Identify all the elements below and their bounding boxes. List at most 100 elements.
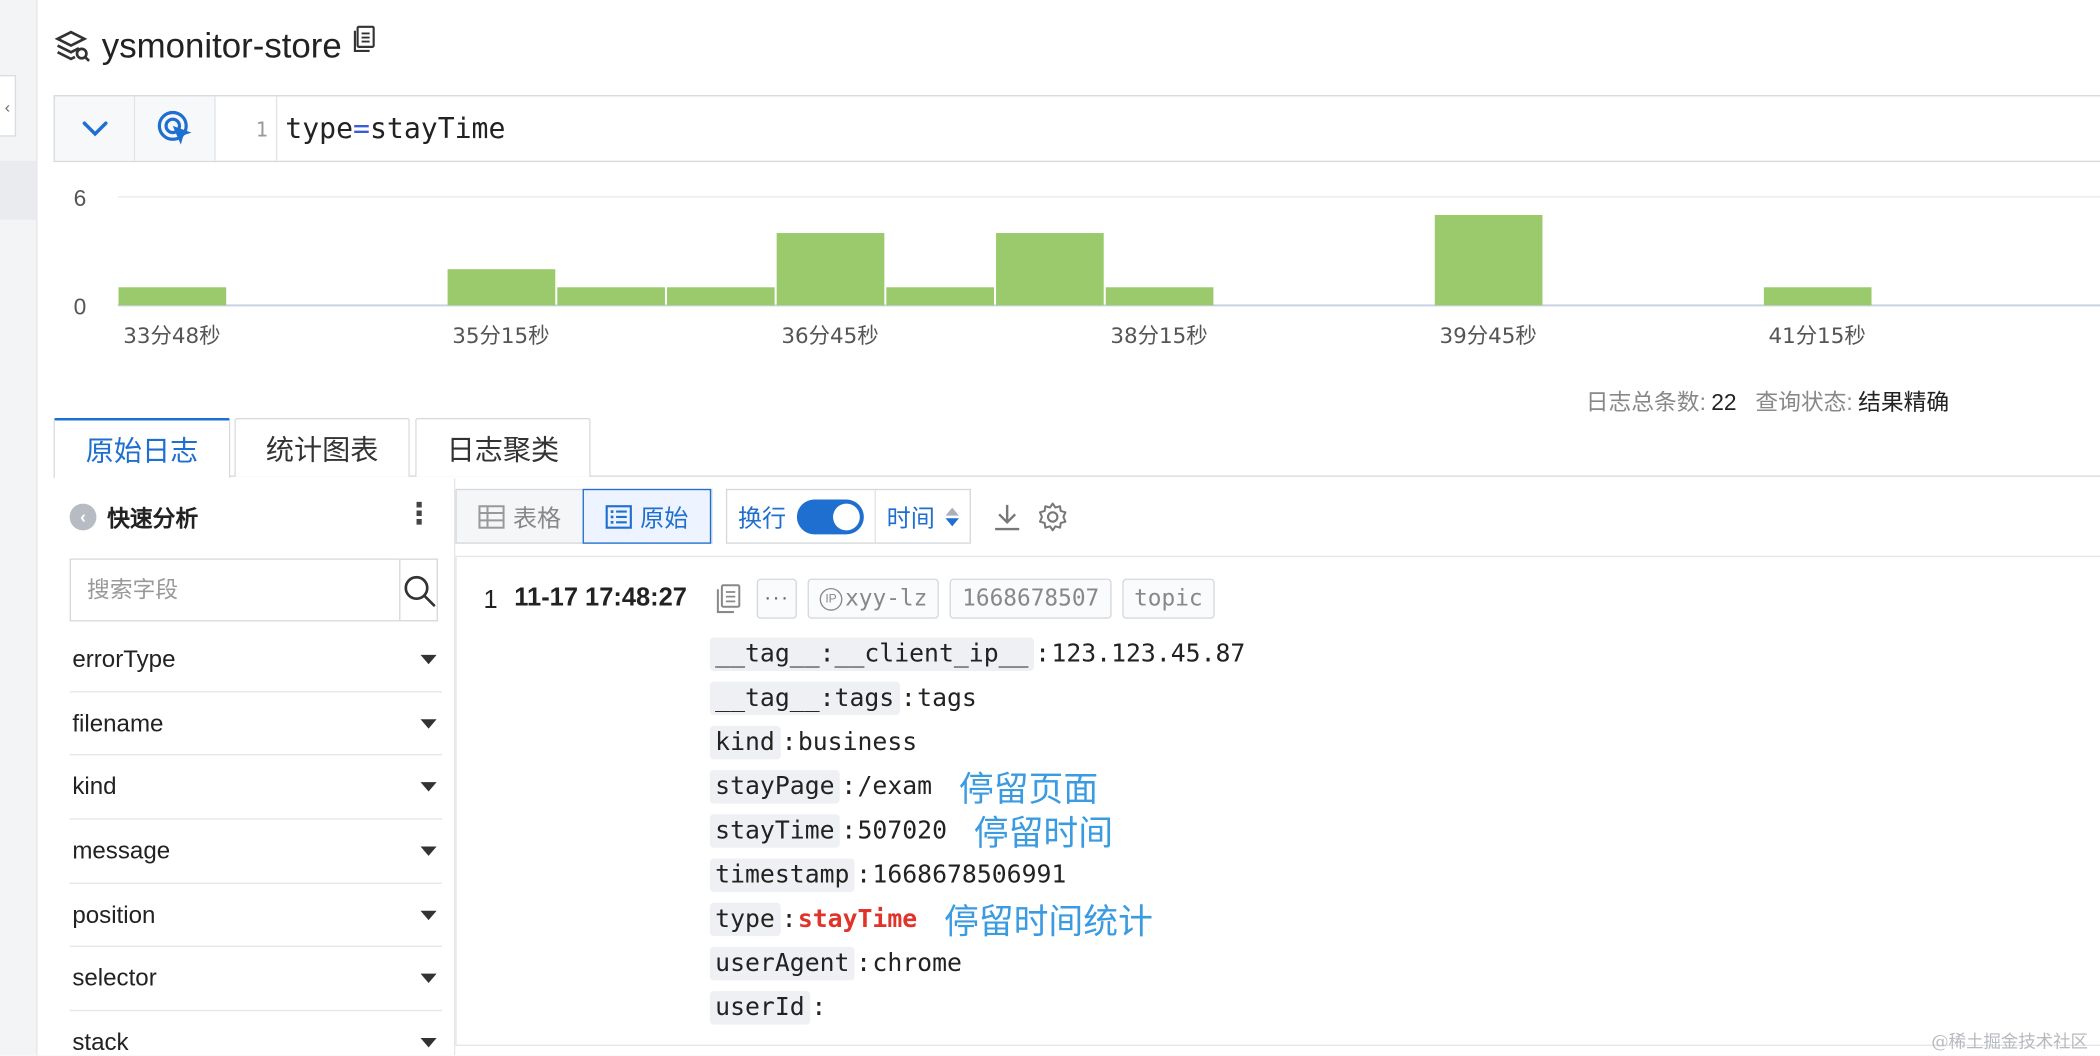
field-value-highlighted[interactable]: stayTime (798, 905, 917, 933)
query-assist-button[interactable] (135, 96, 216, 161)
caret-down-icon[interactable] (420, 974, 437, 984)
tab-log-clustering[interactable]: 日志聚类 (415, 417, 591, 477)
field-key[interactable]: __tag__:__client_ip__ (709, 637, 1034, 671)
log-field-row: __tag__:tags: tags (709, 676, 1246, 720)
field-value[interactable]: chrome (872, 950, 962, 978)
x-tick-label: 35分15秒 (452, 324, 549, 349)
field-name: stack (72, 1028, 129, 1056)
tab-raw-logs[interactable]: 原始日志 (53, 417, 231, 479)
field-key[interactable]: stayTime (709, 814, 840, 848)
field-value[interactable]: 1668678506991 (872, 861, 1066, 889)
source-chip[interactable]: IP xyy-lz (807, 578, 940, 619)
quick-analysis-title: 快速分析 (107, 506, 199, 532)
time-sort-option[interactable]: 时间 (876, 490, 970, 542)
field-search (69, 558, 438, 622)
query-bar: 1 type=stayTime (53, 95, 2100, 163)
more-actions-button[interactable]: ··· (756, 578, 797, 619)
field-key[interactable]: userId (709, 991, 811, 1025)
caret-down-icon[interactable] (420, 846, 437, 856)
annotation-note: 停留时间统计 (943, 902, 1153, 943)
wrap-option[interactable]: 换行 (727, 490, 876, 543)
rail-collapse-handle[interactable]: ‹ (0, 75, 17, 137)
y-tick-label: 6 (74, 185, 87, 211)
total-count-label: 日志总条数: (1585, 389, 1706, 416)
field-search-input[interactable] (70, 559, 400, 621)
field-item-position[interactable]: position (69, 884, 442, 948)
histogram-chart[interactable]: 6 0 33分48秒 35分15秒 36分45秒 38分15秒 39分45秒 41分15秒 (54, 171, 2100, 372)
source-value: xyy-lz (845, 585, 928, 613)
field-value[interactable]: tags (917, 684, 977, 712)
topic-chip[interactable]: topic (1122, 578, 1215, 619)
log-time: 11-17 17:48:27 (514, 583, 687, 613)
tab-statistics-chart[interactable]: 统计图表 (234, 417, 410, 477)
logstore-header: ysmonitor-store (54, 19, 377, 73)
field-key[interactable]: __tag__:tags (709, 681, 900, 716)
histogram-bar (1434, 214, 1543, 306)
caret-down-icon[interactable] (420, 1037, 437, 1048)
field-key[interactable]: userAgent (709, 946, 855, 981)
query-expand-button[interactable] (54, 96, 136, 161)
query-editor[interactable]: type=stayTime (277, 96, 505, 160)
field-key[interactable]: stayPage (709, 770, 840, 804)
logstore-title: ysmonitor-store (101, 24, 342, 65)
sort-icon[interactable] (945, 506, 959, 526)
log-histogram[interactable]: 6 0 33分48秒 35分15秒 36分45秒 38分15秒 39分45秒 41分15秒 (53, 171, 2100, 373)
field-list: errorType filename kind message position… (69, 628, 442, 1055)
copy-log-icon[interactable] (711, 579, 746, 619)
field-item-errortype[interactable]: errorType (69, 628, 442, 692)
quick-analysis-header: ‹ 快速分析 (69, 500, 199, 533)
histogram-bar (118, 287, 227, 306)
field-value[interactable]: 507020 (857, 817, 947, 845)
view-mode-switch: 表格 原始 (455, 488, 713, 544)
log-results: 表格 原始 换行 时间 1 11-17 17:48:27 ··· IP xyy-… (455, 478, 2100, 1056)
field-key[interactable]: kind (709, 725, 781, 760)
raw-view-label: 原始 (640, 504, 689, 532)
copy-icon[interactable] (352, 25, 376, 52)
x-tick-label: 41分15秒 (1769, 324, 1866, 349)
query-key: type (285, 112, 354, 145)
time-sort-label: 时间 (886, 504, 935, 532)
log-field-row: stayPage:/exam 停留页面 (709, 765, 1246, 811)
left-rail: ‹ (0, 0, 38, 1056)
logstore-icon (54, 30, 91, 62)
field-item-kind[interactable]: kind (69, 756, 442, 820)
log-field-row: timestamp:1668678506991 (709, 853, 1246, 897)
field-value[interactable]: business (798, 729, 917, 757)
query-status-label: 查询状态: (1755, 389, 1853, 416)
target-cursor-icon (157, 110, 191, 145)
field-key[interactable]: type (709, 902, 781, 937)
caret-down-icon[interactable] (420, 654, 437, 665)
download-icon[interactable] (990, 499, 1025, 534)
query-summary: 日志总条数: 22 查询状态: 结果精确 (1586, 383, 1968, 416)
gear-icon[interactable] (1035, 499, 1070, 534)
field-value[interactable]: /exam (857, 773, 932, 801)
field-search-button[interactable] (399, 559, 437, 621)
raw-view-button[interactable]: 原始 (582, 488, 712, 544)
caret-down-icon[interactable] (420, 910, 437, 920)
query-status-value: 结果精确 (1858, 389, 1950, 416)
rail-selected-item[interactable] (0, 160, 37, 220)
field-key[interactable]: timestamp (709, 858, 855, 892)
log-index: 1 (483, 586, 498, 615)
field-item-selector[interactable]: selector (69, 947, 442, 1012)
annotation-note: 停留页面 (958, 770, 1099, 811)
caret-down-icon[interactable] (420, 782, 437, 792)
annotation-note: 停留时间 (973, 814, 1114, 855)
field-name: message (72, 836, 171, 864)
field-item-filename[interactable]: filename (69, 692, 442, 756)
field-item-message[interactable]: message (69, 820, 442, 884)
vertical-ellipsis-icon[interactable]: ⋮ (404, 497, 433, 532)
table-view-button[interactable]: 表格 (457, 490, 583, 542)
timestamp-chip[interactable]: 1668678507 (950, 578, 1112, 619)
field-item-stack[interactable]: stack (70, 1011, 442, 1055)
chevron-left-icon[interactable]: ‹ (69, 502, 97, 530)
field-name: errorType (72, 645, 176, 673)
field-name: position (72, 900, 156, 928)
caret-down-icon[interactable] (420, 718, 437, 728)
field-value[interactable]: 123.123.45.87 (1051, 640, 1245, 668)
wrap-toggle[interactable] (796, 498, 864, 534)
log-field-row: __tag__:__client_ip__:123.123.45.87 (709, 632, 1245, 676)
search-icon (403, 575, 435, 607)
field-name: selector (72, 964, 157, 992)
log-field-row: userId: (709, 986, 1246, 1030)
